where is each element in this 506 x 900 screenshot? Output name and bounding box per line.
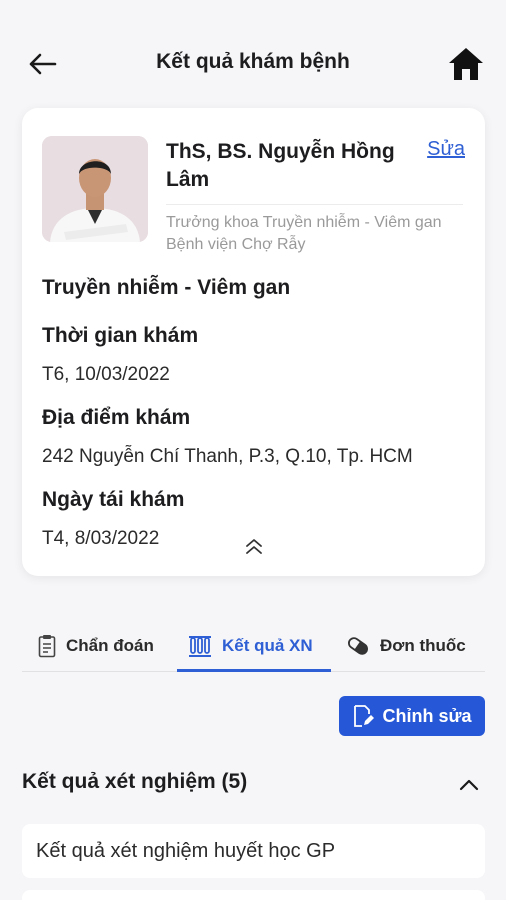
revisit-date-value: T4, 8/03/2022 [42, 528, 160, 549]
edit-results-label: Chỉnh sửa [382, 705, 472, 726]
active-tab-indicator [177, 669, 331, 672]
divider [166, 204, 463, 205]
doctor-position: Trưởng khoa Truyền nhiễm - Viêm gan Bệnh… [166, 214, 442, 253]
doctor-card: ThS, BS. Nguyễn Hồng Lâm Sửa Trưởng khoa… [22, 108, 485, 576]
pill-icon [348, 637, 368, 655]
home-icon [449, 48, 483, 80]
exam-time-value: T6, 10/03/2022 [42, 364, 170, 385]
test-tubes-icon [189, 636, 211, 657]
tab-test-results-label: Kết quả XN [222, 636, 313, 655]
double-chevron-up-icon[interactable] [242, 536, 266, 556]
tab-bar: Chẩn đoán Kết quả XN Đơn thuốc [22, 620, 485, 672]
doctor-avatar [42, 136, 148, 242]
result-item-label: Kết quả xét nghiệm huyết học GP [36, 839, 336, 862]
doctor-name: ThS, BS. Nguyễn Hồng Lâm [166, 140, 395, 191]
exam-time-label: Thời gian khám [42, 324, 199, 347]
tab-prescription-label: Đơn thuốc [380, 636, 466, 655]
home-button[interactable] [446, 44, 486, 84]
specialty: Truyền nhiễm - Viêm gan [42, 276, 291, 299]
exam-location-value: 242 Nguyễn Chí Thanh, P.3, Q.10, Tp. HCM [42, 446, 413, 467]
edit-document-icon [354, 705, 375, 727]
tab-diagnosis[interactable]: Chẩn đoán [38, 620, 154, 672]
doctor-photo-icon [42, 136, 148, 242]
chevron-up-icon[interactable] [458, 776, 480, 792]
result-item[interactable]: Kết quả xét nghiệm huyết học GP [22, 824, 485, 878]
revisit-date-label: Ngày tái khám [42, 488, 185, 511]
exam-location-label: Địa điểm khám [42, 406, 191, 429]
clipboard-icon [38, 635, 56, 658]
tab-test-results[interactable]: Kết quả XN [188, 620, 313, 672]
tab-diagnosis-label: Chẩn đoán [66, 636, 154, 655]
result-item[interactable] [22, 890, 485, 900]
edit-doctor-link[interactable]: Sửa [427, 138, 465, 161]
tab-prescription[interactable]: Đơn thuốc [346, 620, 466, 672]
results-section-title: Kết quả xét nghiệm (5) [22, 770, 248, 793]
edit-results-button[interactable]: Chỉnh sửa [339, 696, 485, 736]
page-title: Kết quả khám bệnh [156, 50, 350, 73]
